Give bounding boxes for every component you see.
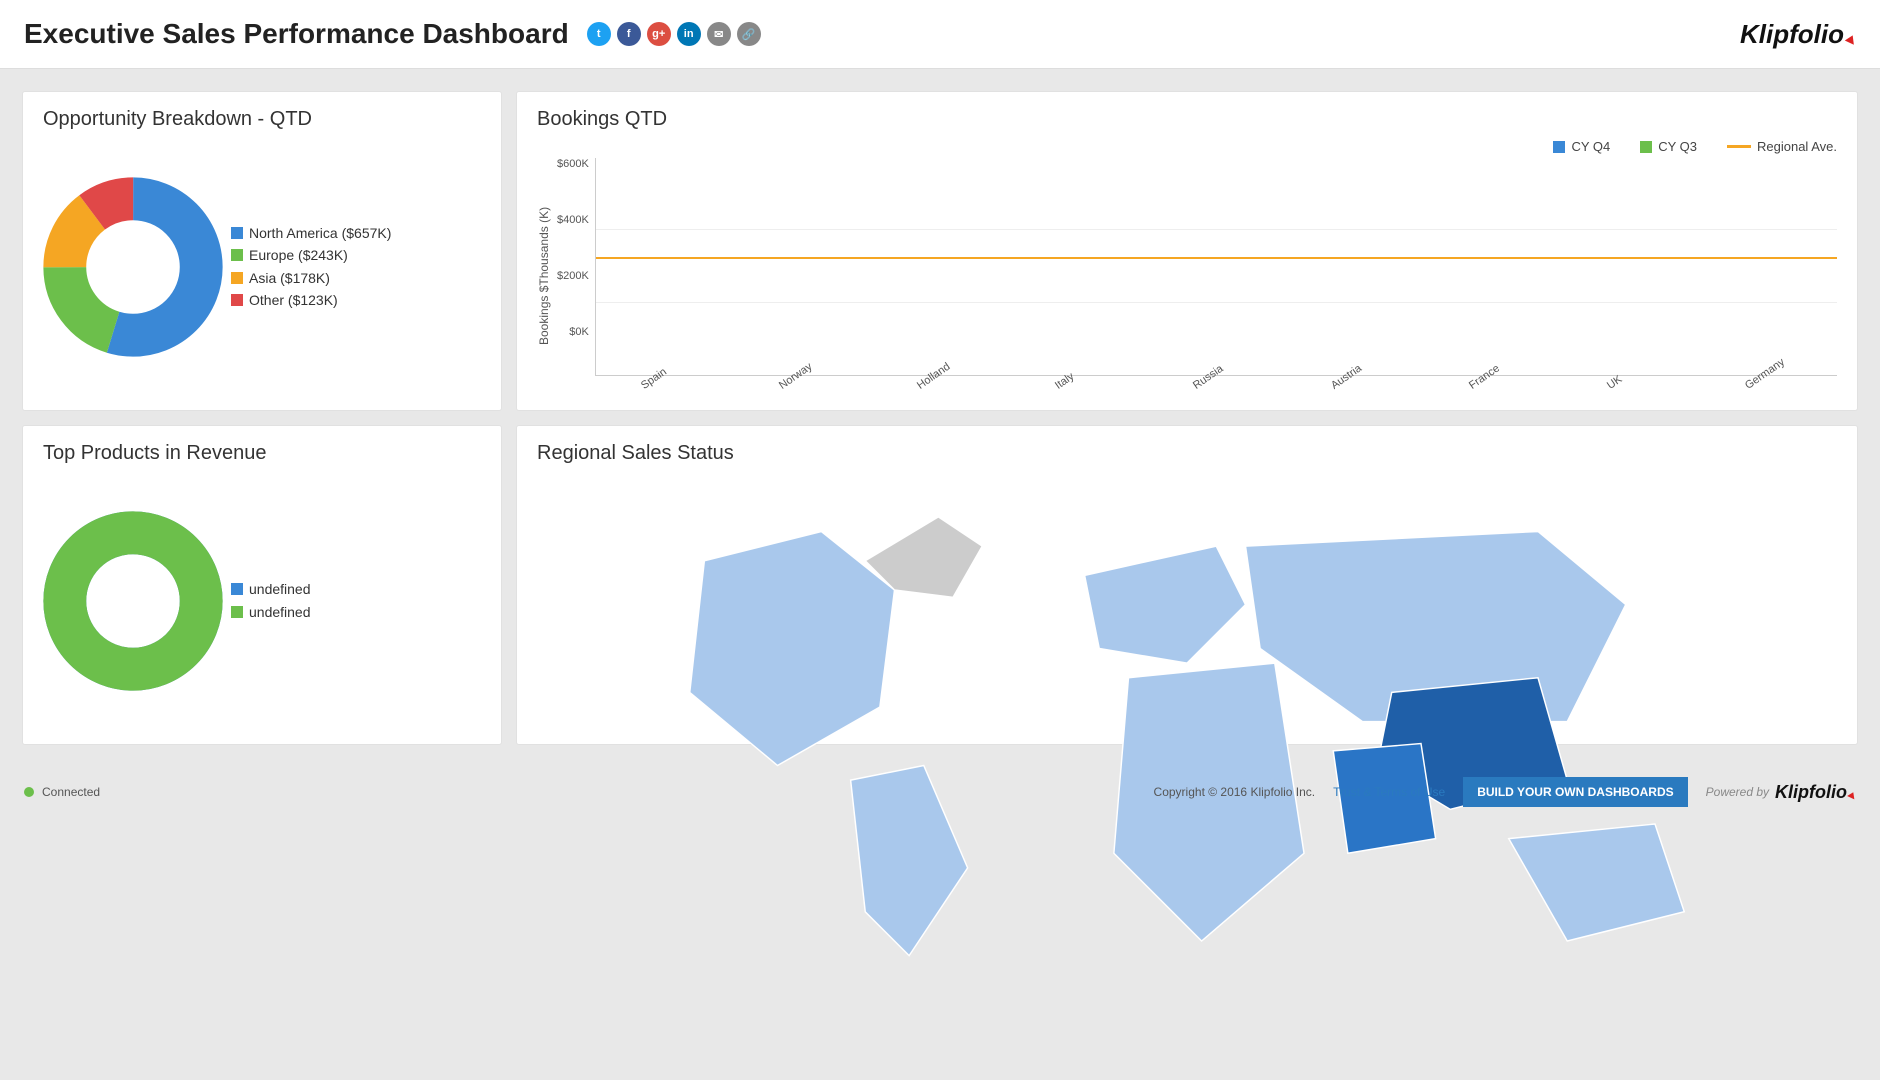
y-axis-label: Bookings $Thousands (K) bbox=[537, 158, 551, 394]
card-regional: Regional Sales Status bbox=[516, 425, 1858, 745]
card-products: Top Products in Revenue undefinedundefin… bbox=[22, 425, 502, 745]
card-title-products: Top Products in Revenue bbox=[43, 442, 481, 465]
social-icons: tfg+in✉🔗 bbox=[587, 22, 761, 46]
y-axis-ticks: $600K $400K $200K $0K bbox=[551, 158, 595, 338]
terms-link[interactable]: Trust & Terms of Use bbox=[1333, 785, 1445, 799]
status-dot-icon bbox=[24, 787, 34, 797]
legend-swatch-icon bbox=[231, 294, 243, 306]
legend-swatch-icon bbox=[1553, 141, 1565, 153]
map-region-europe bbox=[1085, 546, 1246, 663]
status-text: Connected bbox=[42, 785, 100, 799]
legend-item[interactable]: CY Q4 bbox=[1553, 139, 1610, 154]
legend-item[interactable]: Regional Ave. bbox=[1727, 139, 1837, 154]
card-title-regional: Regional Sales Status bbox=[537, 442, 1837, 465]
opportunity-legend: North America ($657K)Europe ($243K)Asia … bbox=[231, 222, 391, 312]
card-opportunity: Opportunity Breakdown - QTD North Americ… bbox=[22, 91, 502, 411]
legend-swatch-icon bbox=[231, 583, 243, 595]
brand-logo-small[interactable]: Klipfolio bbox=[1775, 782, 1856, 803]
legend-label: Asia ($178K) bbox=[249, 267, 330, 289]
donut-slice bbox=[65, 532, 201, 668]
products-chart: undefinedundefined bbox=[43, 473, 481, 728]
legend-label: CY Q3 bbox=[1658, 139, 1697, 154]
bookings-chart: CY Q4 CY Q3 Regional Ave. Bookings $Thousa… bbox=[537, 139, 1837, 394]
powered-by-text: Powered by bbox=[1706, 785, 1769, 799]
map-region-south-america bbox=[851, 766, 968, 956]
copyright-text: Copyright © 2016 Klipfolio Inc. bbox=[1154, 785, 1316, 799]
legend-label: North America ($657K) bbox=[249, 222, 391, 244]
opportunity-chart: North America ($657K)Europe ($243K)Asia … bbox=[43, 139, 481, 394]
map-region-australia bbox=[1509, 824, 1685, 941]
world-map-icon bbox=[602, 473, 1772, 1000]
y-tick: $200K bbox=[557, 270, 589, 282]
legend-line-icon bbox=[1727, 145, 1751, 148]
footer-status: Connected bbox=[24, 785, 100, 799]
legend-swatch-icon bbox=[231, 272, 243, 284]
powered-by: Powered by Klipfolio bbox=[1706, 782, 1856, 803]
bookings-plot-body: Bookings $Thousands (K) $600K$400K$200K$… bbox=[537, 158, 1837, 394]
googleplus-icon[interactable]: g+ bbox=[647, 22, 671, 46]
facebook-icon[interactable]: f bbox=[617, 22, 641, 46]
legend-item[interactable]: undefined bbox=[231, 601, 311, 623]
regional-map bbox=[537, 473, 1837, 1000]
legend-label: Regional Ave. bbox=[1757, 139, 1837, 154]
header-left: Executive Sales Performance Dashboard tf… bbox=[24, 18, 761, 50]
dashboard-grid: Opportunity Breakdown - QTD North Americ… bbox=[0, 69, 1880, 767]
legend-label: undefined bbox=[249, 578, 311, 600]
legend-item[interactable]: CY Q3 bbox=[1640, 139, 1697, 154]
legend-swatch-icon bbox=[231, 606, 243, 618]
legend-label: Other ($123K) bbox=[249, 289, 338, 311]
card-bookings: Bookings QTD CY Q4 CY Q3 Regional Ave. Boo… bbox=[516, 91, 1858, 411]
legend-swatch-icon bbox=[231, 249, 243, 261]
linkedin-icon[interactable]: in bbox=[677, 22, 701, 46]
legend-label: Europe ($243K) bbox=[249, 244, 348, 266]
bookings-legend: CY Q4 CY Q3 Regional Ave. bbox=[537, 139, 1837, 154]
card-title-bookings: Bookings QTD bbox=[537, 108, 1837, 131]
x-axis-labels: SpainNorwayHollandItalyRussiaAustriaFran… bbox=[595, 382, 1837, 394]
legend-item[interactable]: North America ($657K) bbox=[231, 222, 391, 244]
products-donut bbox=[43, 511, 223, 691]
legend-item[interactable]: Asia ($178K) bbox=[231, 267, 391, 289]
legend-item[interactable]: Other ($123K) bbox=[231, 289, 391, 311]
legend-swatch-icon bbox=[231, 227, 243, 239]
footer-right: Copyright © 2016 Klipfolio Inc. Trust & … bbox=[1154, 777, 1856, 807]
header: Executive Sales Performance Dashboard tf… bbox=[0, 0, 1880, 69]
y-tick: $600K bbox=[557, 158, 589, 170]
donut-slice bbox=[65, 198, 201, 334]
opportunity-donut bbox=[43, 177, 223, 357]
bookings-plot bbox=[595, 158, 1837, 376]
twitter-icon[interactable]: t bbox=[587, 22, 611, 46]
build-dashboards-button[interactable]: BUILD YOUR OWN DASHBOARDS bbox=[1463, 777, 1687, 807]
y-tick: $0K bbox=[557, 326, 589, 338]
link-icon[interactable]: 🔗 bbox=[737, 22, 761, 46]
legend-swatch-icon bbox=[1640, 141, 1652, 153]
email-icon[interactable]: ✉ bbox=[707, 22, 731, 46]
legend-item[interactable]: undefined bbox=[231, 578, 311, 600]
y-tick: $400K bbox=[557, 214, 589, 226]
brand-logo[interactable]: Klipfolio bbox=[1740, 19, 1856, 50]
products-legend: undefinedundefined bbox=[231, 578, 311, 623]
legend-label: CY Q4 bbox=[1571, 139, 1610, 154]
card-title-opportunity: Opportunity Breakdown - QTD bbox=[43, 108, 481, 131]
page-title: Executive Sales Performance Dashboard bbox=[24, 18, 569, 50]
map-region-north-america bbox=[690, 532, 895, 766]
legend-item[interactable]: Europe ($243K) bbox=[231, 244, 391, 266]
bars-container bbox=[596, 158, 1837, 375]
legend-label: undefined bbox=[249, 601, 311, 623]
